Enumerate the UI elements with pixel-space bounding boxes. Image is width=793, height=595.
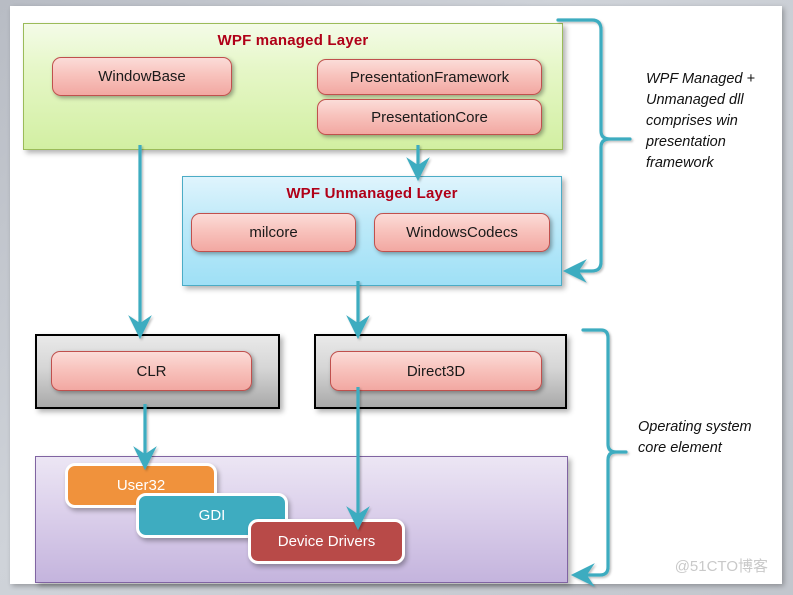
wpf-managed-layer-title: WPF managed Layer — [217, 32, 369, 49]
wpf-unmanaged-layer-title: WPF Unmanaged Layer — [286, 185, 458, 202]
annotation-os-core: Operating system core element — [638, 419, 752, 456]
component-windowbase[interactable]: WindowBase — [52, 57, 232, 96]
component-direct3d[interactable]: Direct3D — [330, 351, 542, 391]
component-direct3d-label: Direct3D — [406, 362, 466, 380]
component-milcore[interactable]: milcore — [191, 213, 356, 252]
component-presentationcore[interactable]: PresentationCore — [317, 99, 542, 135]
annotation-presentation-framework: WPF Managed + Unmanaged dll comprises wi… — [646, 71, 755, 171]
component-presentationframework-label: PresentationFramework — [349, 68, 510, 86]
component-presentationframework[interactable]: PresentationFramework — [317, 59, 542, 95]
component-user32-label: User32 — [116, 477, 166, 494]
component-windowbase-label: WindowBase — [98, 68, 186, 85]
diagram-sheet: WPF managed Layer WindowBase Presentatio… — [10, 6, 782, 584]
component-clr-label: CLR — [136, 362, 167, 380]
component-clr[interactable]: CLR — [51, 351, 252, 391]
component-device-drivers[interactable]: Device Drivers — [248, 519, 405, 564]
diagram-canvas: WPF managed Layer WindowBase Presentatio… — [0, 0, 793, 595]
watermark: @51CTO博客 — [674, 558, 768, 575]
component-milcore-label: milcore — [249, 224, 298, 241]
component-windowscodecs-label: WindowsCodecs — [406, 224, 518, 241]
component-gdi-label: GDI — [198, 507, 226, 524]
component-presentationcore-label: PresentationCore — [371, 108, 488, 126]
component-windowscodecs[interactable]: WindowsCodecs — [374, 213, 550, 252]
component-device-drivers-label: Device Drivers — [277, 533, 376, 550]
